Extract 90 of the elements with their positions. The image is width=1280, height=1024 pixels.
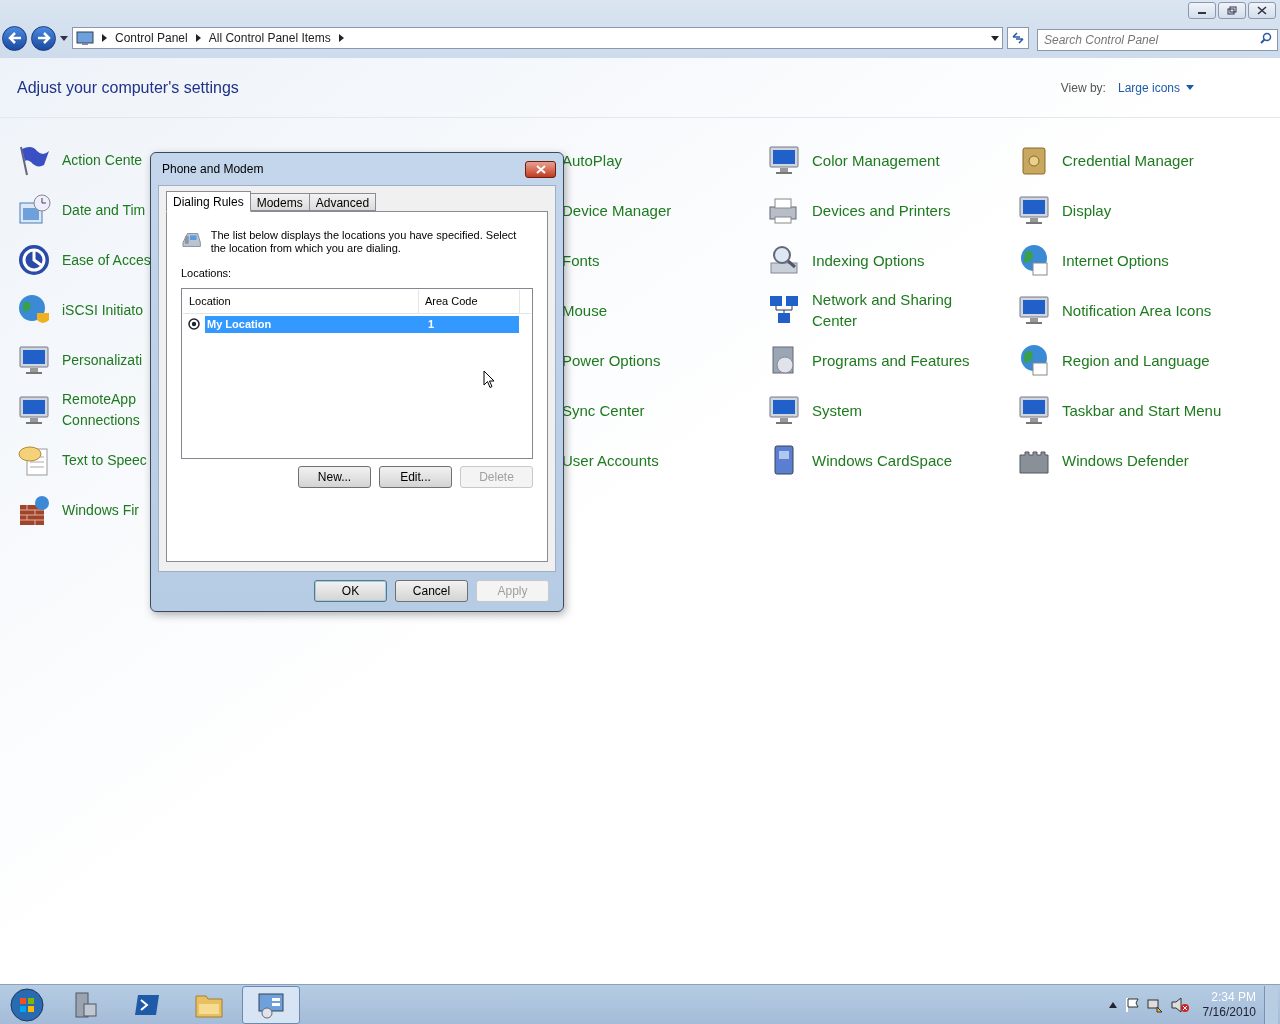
flag-icon[interactable] xyxy=(1124,996,1139,1013)
windows-orb-icon xyxy=(10,987,44,1022)
control-panel-link[interactable]: Sync Center xyxy=(562,399,645,421)
control-panel-link[interactable]: Network and Sharing xyxy=(812,289,953,310)
speaker-muted-icon[interactable] xyxy=(1170,996,1189,1013)
location-row[interactable]: My Location 1 xyxy=(205,315,519,333)
mouse-cursor-icon xyxy=(483,370,495,389)
control-panel-link[interactable]: Action Cente xyxy=(62,149,143,171)
control-panel-link[interactable]: iSCSI Initiato xyxy=(62,299,143,321)
control-panel-link[interactable]: Credential Manager xyxy=(1062,149,1194,171)
control-panel-link[interactable]: Devices and Printers xyxy=(812,199,951,221)
control-panel-link[interactable]: Indexing Options xyxy=(812,249,925,271)
chevron-icon[interactable] xyxy=(338,34,344,42)
restore-button[interactable] xyxy=(1218,2,1246,19)
chevron-icon[interactable] xyxy=(102,34,107,42)
monitor-icon xyxy=(1017,393,1051,427)
clock-date[interactable]: 7/16/2010 xyxy=(1202,1004,1256,1020)
breadcrumb[interactable]: All Control Panel Items xyxy=(208,29,331,47)
close-button[interactable] xyxy=(525,160,556,178)
control-panel-link[interactable]: Text to Speec xyxy=(62,449,147,471)
close-icon xyxy=(1257,6,1267,15)
tab[interactable]: Modems xyxy=(249,193,310,211)
control-panel-link[interactable]: Color Management xyxy=(812,149,940,171)
forward-arrow-icon xyxy=(36,32,51,44)
control-panel-link[interactable]: Windows Defender xyxy=(1062,449,1189,471)
restore-icon xyxy=(1227,6,1237,15)
tab[interactable]: Dialing Rules xyxy=(166,191,251,212)
monitor-icon xyxy=(1017,293,1051,327)
table-cell-text: 1 xyxy=(427,316,436,332)
monitor-icon xyxy=(767,393,801,427)
chevron-icon[interactable] xyxy=(195,34,201,42)
dialog-button[interactable]: Edit... xyxy=(379,465,452,488)
back-button[interactable] xyxy=(2,25,27,51)
dialog-button[interactable]: Cancel xyxy=(395,580,468,602)
up-arrow-icon[interactable] xyxy=(1108,1001,1117,1008)
control-panel-link[interactable]: RemoteApp xyxy=(62,389,140,410)
minimize-button[interactable] xyxy=(1188,2,1216,19)
control-panel-link[interactable]: Windows CardSpace xyxy=(812,449,953,471)
search-icon[interactable] xyxy=(1260,32,1272,44)
column-header[interactable]: Location xyxy=(183,289,419,313)
dialog-button[interactable]: OK xyxy=(314,580,387,602)
dialog-button[interactable]: New... xyxy=(298,465,371,488)
dropdown-arrow-icon xyxy=(1186,85,1194,90)
magnifier-icon xyxy=(767,243,801,277)
monitor-icon xyxy=(1017,193,1051,227)
dropdown-arrow-icon[interactable] xyxy=(991,35,999,41)
monitor-icon xyxy=(17,343,51,377)
control-panel-link[interactable]: Connections xyxy=(62,410,140,431)
view-by-dropdown[interactable]: Large icons xyxy=(1117,78,1194,97)
brick-wall-icon xyxy=(17,493,51,527)
control-panel-link[interactable]: Display xyxy=(1062,199,1112,221)
back-arrow-icon xyxy=(7,32,22,44)
dialog-title: Phone and Modem xyxy=(162,161,264,178)
page-heading: Adjust your computer's settings xyxy=(17,77,239,98)
control-panel-link[interactable]: Ease of Acces xyxy=(62,249,151,271)
monitor-icon xyxy=(17,393,51,427)
control-panel-icon xyxy=(76,30,94,46)
close-button[interactable] xyxy=(1248,2,1276,19)
search-field[interactable]: Search Control Panel xyxy=(1037,29,1278,51)
forward-button[interactable] xyxy=(31,25,56,51)
control-panel-link[interactable]: System xyxy=(812,399,862,421)
control-panel-link[interactable]: Date and Tim xyxy=(62,199,146,221)
control-panel-link[interactable]: Internet Options xyxy=(1062,249,1169,271)
control-panel-link[interactable]: Taskbar and Start Menu xyxy=(1062,399,1222,421)
accessibility-icon xyxy=(17,243,51,277)
tab[interactable]: Advanced xyxy=(308,193,377,211)
column-header[interactable]: Area Code xyxy=(419,289,520,313)
control-panel-link[interactable]: Personalizati xyxy=(62,349,143,371)
control-panel-link[interactable]: Windows Fir xyxy=(62,499,139,521)
breadcrumb[interactable]: Control Panel xyxy=(115,29,188,47)
calendar-icon xyxy=(17,193,51,227)
network-icon[interactable] xyxy=(1146,996,1163,1013)
locations-list[interactable]: Location Area Code My Location 1 xyxy=(181,287,533,459)
control-panel-link[interactable]: Programs and Features xyxy=(812,349,970,371)
control-panel-link[interactable]: Region and Language xyxy=(1062,349,1210,371)
locations-label: Locations: xyxy=(181,266,233,281)
monitor-icon xyxy=(767,143,801,177)
close-icon xyxy=(535,164,546,174)
dropdown-arrow-icon[interactable] xyxy=(60,35,68,41)
view-by-label: View by: xyxy=(1060,79,1106,97)
table-cell-text: My Location xyxy=(206,316,273,332)
refresh-icon xyxy=(1011,32,1025,44)
address-bar[interactable]: Control Panel All Control Panel Items xyxy=(72,27,1003,49)
control-panel-link[interactable]: Notification Area Icons xyxy=(1062,299,1212,321)
control-panel-link[interactable]: AutoPlay xyxy=(562,149,623,171)
speech-bubble-icon xyxy=(17,443,51,477)
taskbar-button[interactable] xyxy=(242,985,300,1024)
control-panel-link[interactable]: Center xyxy=(812,310,953,331)
description-text: The list below displays the locations you have specified. Select the location from which you are dialing. xyxy=(210,228,518,255)
refresh-button[interactable] xyxy=(1007,27,1029,49)
